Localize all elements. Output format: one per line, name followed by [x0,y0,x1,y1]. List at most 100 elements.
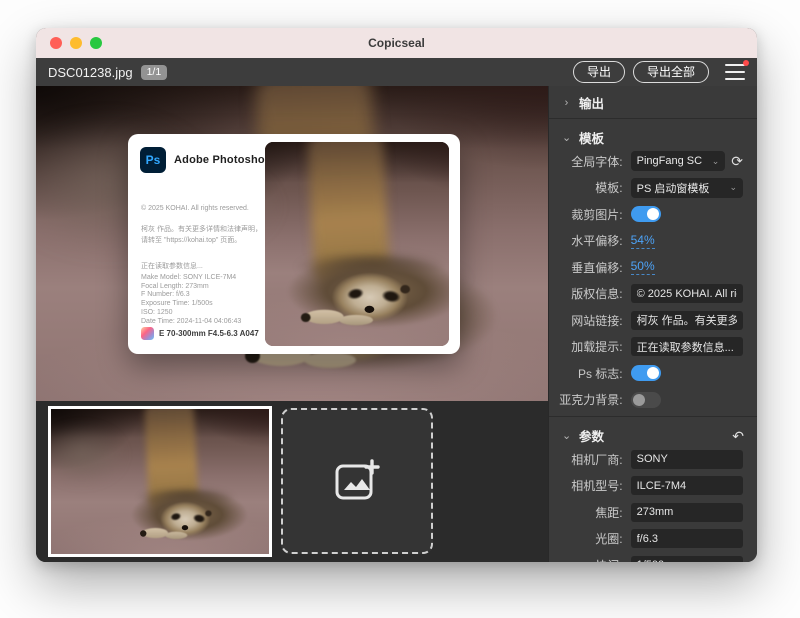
section-params[interactable]: ⌄ 参数 ↶ [549,422,757,449]
export-button[interactable]: 导出 [573,61,625,82]
shutter-label: 快门: [555,557,623,563]
chevron-right-icon: › [562,97,571,109]
divider [549,118,757,119]
section-template[interactable]: ⌄ 模板 [549,124,757,151]
preview-pane: Ps Adobe Photoshop © 2025 KOHAI. All rig… [36,86,548,562]
zoom-window-button[interactable] [90,37,102,49]
watermark-app-name: Adobe Photoshop [174,154,272,166]
camera-model-label: 相机型号: [555,477,623,494]
template-value: PS 启动窗模板 [637,180,710,196]
row-template: 模板: PS 启动窗模板 ⌄ [555,178,743,198]
exif-line: Exposure Time: 1/500s [141,300,241,309]
acrylic-background-toggle[interactable] [631,392,661,408]
row-camera-model: 相机型号: [555,476,743,496]
select-chevron-icon: ⌄ [725,182,737,193]
watermark-copyright: © 2025 KOHAI. All rights reserved. [141,205,263,212]
export-all-button[interactable]: 导出全部 [633,61,709,82]
settings-sidebar: › 输出 ⌄ 模板 全局字体: PingFang SC ⌄ ⟳ [548,86,757,562]
horizontal-offset-value[interactable]: 54% [631,233,655,249]
section-output[interactable]: › 输出 [549,89,757,116]
meerkat-nose [365,306,375,313]
global-font-value: PingFang SC [637,155,702,167]
lens-brand-icon [141,327,154,340]
toggle-knob [633,394,645,406]
row-acrylic-background: 亚克力背景: [555,390,743,410]
watermark-website-line2: 请转至 "https://kohai.top" 页面。 [141,235,267,246]
website-input[interactable] [631,311,743,330]
row-loading-hint: 加载提示: [555,337,743,357]
rock [265,164,279,249]
select-chevron-icon: ⌄ [708,156,720,167]
refresh-fonts-icon[interactable]: ⟳ [731,154,743,168]
global-font-label: 全局字体: [555,153,623,170]
close-window-button[interactable] [50,37,62,49]
template-label: 模板: [555,179,623,196]
focal-length-input[interactable] [631,503,743,522]
camera-maker-input[interactable] [631,450,743,469]
exif-line: ISO: 1250 [141,309,241,318]
global-font-select[interactable]: PingFang SC ⌄ [631,151,726,171]
meerkat-photo-crop [265,142,449,346]
exif-line: Make Model: SONY ILCE-7M4 [141,274,241,283]
row-website: 网站链接: [555,310,743,330]
add-image-dropzone[interactable] [281,408,433,554]
crop-image-toggle[interactable] [631,206,661,222]
watermark-website-line1: 柯灰 作品。有关更多详情和法律声明， [141,224,267,235]
exif-line: Focal Length: 273mm [141,283,241,292]
website-label: 网站链接: [555,312,623,329]
aperture-input[interactable] [631,529,743,548]
toggle-knob [647,367,659,379]
rock [48,425,126,485]
row-ps-logo: Ps 标志: [555,363,743,383]
row-shutter: 快门: [555,555,743,562]
window-body: Ps Adobe Photoshop © 2025 KOHAI. All rig… [36,86,757,562]
meerkat-paw [304,352,356,368]
loading-hint-label: 加载提示: [555,338,623,355]
copyright-input[interactable] [631,284,743,303]
ps-logo-toggle[interactable] [631,365,661,381]
lens-name: E 70-300mm F4.5-6.3 A047 [159,329,259,338]
chevron-down-icon: ⌄ [562,429,571,442]
section-template-title: 模板 [579,128,604,147]
meerkat-paw [165,532,187,539]
acrylic-background-label: 亚克力背景: [555,391,623,408]
watermark-card[interactable]: Ps Adobe Photoshop © 2025 KOHAI. All rig… [128,134,460,354]
row-camera-maker: 相机厂商: [555,449,743,469]
toolbar: DSC01238.jpg 1/1 导出 导出全部 [36,58,757,86]
thumbnail-strip [36,401,548,562]
loading-hint-input[interactable] [631,337,743,356]
toggle-knob [647,208,659,220]
watermark-embedded-photo [265,142,449,346]
notification-dot [743,60,749,66]
window-title: Copicseal [368,36,425,50]
row-focal-length: 焦距: [555,502,743,522]
photo-preview[interactable]: Ps Adobe Photoshop © 2025 KOHAI. All rig… [36,86,548,401]
camera-maker-label: 相机厂商: [555,451,623,468]
vertical-offset-value[interactable]: 50% [631,259,655,275]
desktop-background: Copicseal DSC01238.jpg 1/1 导出 导出全部 [0,0,800,618]
meerkat-nose [182,525,188,530]
watermark-exif-block: Make Model: SONY ILCE-7M4 Focal Length: … [141,274,241,326]
ps-logo-label: Ps 标志: [555,365,623,382]
menu-bar [725,71,745,73]
thumbnail-selected[interactable] [48,406,272,557]
template-select[interactable]: PS 启动窗模板 ⌄ [631,178,743,198]
camera-model-input[interactable] [631,476,743,495]
photoshop-logo-icon: Ps [140,147,166,173]
reset-params-icon[interactable]: ↶ [732,429,744,443]
image-counter-badge: 1/1 [141,65,168,80]
exif-line: F Number: f/6.3 [141,291,241,300]
focal-length-label: 焦距: [555,504,623,521]
lens-info-row: E 70-300mm F4.5-6.3 A047 [141,327,259,340]
app-window: Copicseal DSC01238.jpg 1/1 导出 导出全部 [36,28,757,562]
minimize-window-button[interactable] [70,37,82,49]
shutter-input[interactable] [631,556,743,563]
exif-line: Date Time: 2024-11-04 04:06:43 [141,318,241,327]
hamburger-menu-icon[interactable] [725,64,745,80]
current-filename: DSC01238.jpg [48,65,133,80]
add-image-icon [334,459,380,503]
titlebar[interactable]: Copicseal [36,28,757,58]
chevron-down-icon: ⌄ [562,131,571,144]
menu-bar [725,78,745,80]
copyright-label: 版权信息: [555,285,623,302]
